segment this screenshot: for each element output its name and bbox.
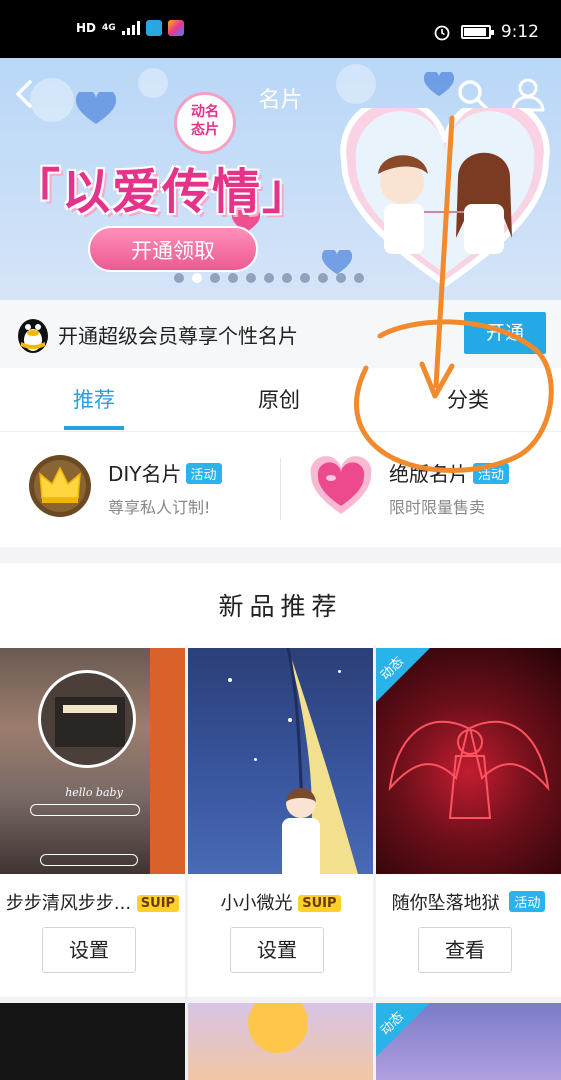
set-button[interactable]: 设置 xyxy=(230,927,324,973)
promo-title: 「以爱传情」 xyxy=(12,164,313,220)
pagination-dot[interactable] xyxy=(210,273,220,283)
set-button[interactable]: 设置 xyxy=(42,927,136,973)
card-item[interactable] xyxy=(188,1003,373,1080)
vip-promo-text: 开通超级会员尊享个性名片 xyxy=(58,324,298,348)
card-item[interactable]: hello baby 步步清风步步... SUIP 设置 xyxy=(0,645,185,997)
promo-badge-line1: 动名 xyxy=(191,104,219,120)
card-image xyxy=(188,648,373,874)
card-item[interactable] xyxy=(0,1003,185,1080)
pagination-dot[interactable] xyxy=(246,273,256,283)
pagination-dot[interactable] xyxy=(192,273,202,283)
card-name-text: 小小微光 xyxy=(220,893,293,914)
crown-icon xyxy=(29,455,91,517)
pagination-dot[interactable] xyxy=(318,273,328,283)
screen: HD 4G 9:12 名片 动名 态片 「以爱传情」 开通领取 开通超级会员尊享… xyxy=(0,0,561,1080)
network-gen: 4G xyxy=(102,23,116,33)
card-image: 动态 xyxy=(376,648,561,874)
tab-recommend[interactable]: 推荐 xyxy=(34,384,154,414)
feature-diy-title: DIY名片 活动 xyxy=(108,458,222,487)
hd-label: HD xyxy=(76,21,97,35)
card-name-text: 随你坠落地狱 xyxy=(391,893,500,914)
battery-icon xyxy=(460,25,494,39)
pagination-dot[interactable] xyxy=(264,273,274,283)
suip-badge: SUIP xyxy=(136,895,180,912)
signal-icon xyxy=(121,21,140,35)
status-bar: HD 4G 9:12 xyxy=(0,0,561,58)
activity-tag: 活动 xyxy=(509,891,546,912)
card-item[interactable]: 动态 xyxy=(376,1003,561,1080)
card-name: 小小微光 SUIP xyxy=(188,889,373,915)
banner-pagination xyxy=(174,273,364,283)
promo-claim-button[interactable]: 开通领取 xyxy=(88,226,258,272)
view-button[interactable]: 查看 xyxy=(418,927,512,973)
status-right: 9:12 xyxy=(433,22,539,42)
pagination-dot[interactable] xyxy=(300,273,310,283)
card-grid: hello baby 步步清风步步... SUIP 设置 小小微光 SUIP 设… xyxy=(0,645,561,1080)
annotation-arrow-circle xyxy=(354,115,554,473)
tab-original[interactable]: 原创 xyxy=(219,384,339,414)
alarm-icon xyxy=(434,25,450,41)
feature-diy-tag: 活动 xyxy=(185,463,222,484)
card-name-text: 步步清风步步... xyxy=(5,893,132,914)
penguin-icon xyxy=(18,319,48,353)
pagination-dot[interactable] xyxy=(282,273,292,283)
feature-diy[interactable]: DIY名片 活动 尊享私人订制! xyxy=(0,432,280,547)
suip-badge: SUIP xyxy=(298,895,341,912)
feature-diy-title-text: DIY名片 xyxy=(108,462,182,486)
feature-diy-subtitle: 尊享私人订制! xyxy=(108,498,211,517)
card-item[interactable]: 动态 随你坠落地狱 活动 查看 xyxy=(376,645,561,997)
active-tab-indicator xyxy=(64,426,124,430)
telegram-icon xyxy=(145,20,162,36)
promo-badge-line2: 态片 xyxy=(191,122,219,138)
card-item[interactable]: 小小微光 SUIP 设置 xyxy=(188,645,373,997)
card-name: 随你坠落地狱 活动 xyxy=(376,889,561,915)
card-image: hello baby xyxy=(0,648,185,874)
promo-badge: 动名 态片 xyxy=(174,92,236,154)
section-title: 新品推荐 xyxy=(218,592,343,621)
clock: 9:12 xyxy=(500,22,539,42)
status-left: HD 4G xyxy=(76,20,184,36)
card-image-caption: hello baby xyxy=(65,786,123,799)
card-name: 步步清风步步... SUIP xyxy=(0,889,185,915)
pagination-dot[interactable] xyxy=(174,273,184,283)
video-app-icon xyxy=(167,20,184,36)
new-products-section: 新品推荐 xyxy=(0,563,561,645)
pagination-dot[interactable] xyxy=(228,273,238,283)
